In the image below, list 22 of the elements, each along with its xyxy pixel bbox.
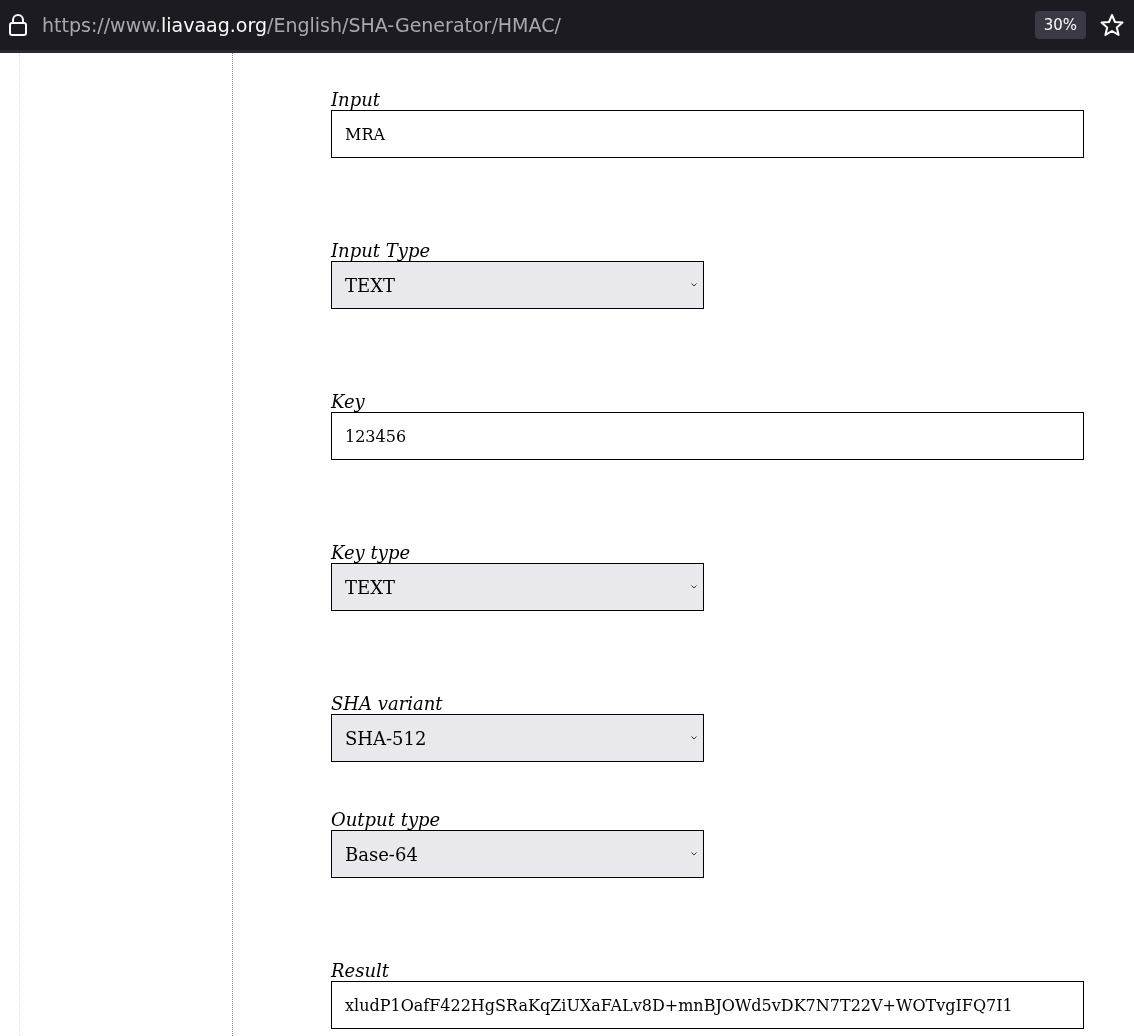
dropdown-select[interactable]: SHA-512: [331, 714, 704, 762]
address-bar[interactable]: https://www.liavaag.org/English/SHA-Generator/HMAC/: [42, 14, 1021, 36]
input-field[interactable]: MRA: [331, 110, 1084, 158]
caret-icon: [691, 736, 697, 740]
field-label: Input Type: [331, 241, 432, 261]
field-label: Input: [331, 90, 382, 110]
caret-icon: [691, 852, 697, 856]
zoom-level-button[interactable]: 30%: [1034, 11, 1086, 39]
dropdown-select[interactable]: Base-64: [331, 830, 704, 878]
input-field[interactable]: xludP1OafF422HgSRaKqZiUXaFALv8D+mnBJOWd5vDK7N7T22V+WOTvgIFQ7I1: [331, 981, 1084, 1029]
input-field[interactable]: 123456: [331, 412, 1084, 460]
field-label: Result: [331, 961, 391, 981]
field-label: Output type: [331, 810, 442, 830]
dropdown-select[interactable]: TEXT: [331, 563, 704, 611]
field-label: Key type: [331, 543, 412, 563]
field-label: Key: [331, 392, 366, 412]
lock-icon[interactable]: [8, 13, 28, 37]
caret-icon: [691, 283, 697, 287]
field-label: SHA variant: [331, 694, 444, 714]
caret-icon: [691, 585, 697, 589]
dropdown-select[interactable]: TEXT: [331, 261, 704, 309]
star-icon[interactable]: [1100, 13, 1124, 37]
